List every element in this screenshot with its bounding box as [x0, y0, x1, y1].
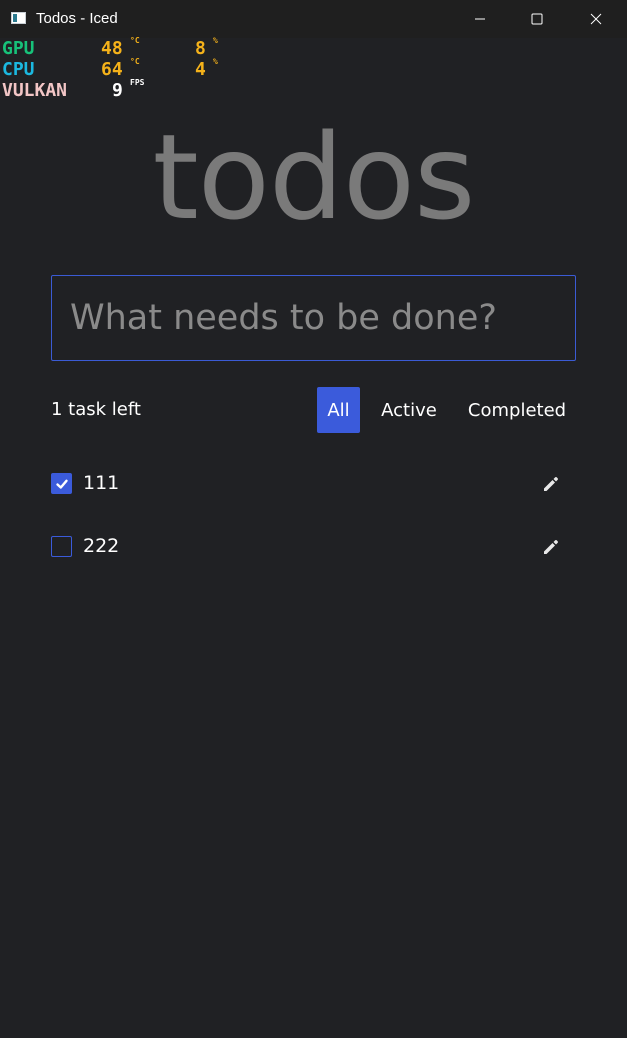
todo-label: 222 — [83, 535, 120, 557]
cpu-label: CPU — [2, 59, 35, 80]
performance-overlay: GPU 48 °C 8 % CPU 64 °C 4 % VULKAN 9 FPS — [2, 36, 262, 101]
pencil-icon — [544, 477, 558, 491]
gpu-load: 8 — [195, 38, 206, 59]
close-button[interactable] — [567, 0, 625, 38]
checkmark-icon — [55, 479, 68, 489]
gpu-temp-unit: °C — [130, 36, 140, 45]
cpu-load: 4 — [195, 59, 206, 80]
tasks-left-count: 1 task left — [51, 399, 141, 420]
maximize-icon — [531, 13, 543, 25]
pencil-icon — [544, 540, 558, 554]
graphics-api-label: VULKAN — [2, 80, 68, 101]
filter-completed-button[interactable]: Completed — [458, 387, 576, 433]
gpu-stats-row: GPU 48 °C 8 % — [2, 36, 262, 59]
filter-all-button[interactable]: All — [317, 387, 360, 433]
maximize-button[interactable] — [508, 0, 566, 38]
todo-label: 111 — [83, 472, 120, 494]
cpu-stats-row: CPU 64 °C 4 % — [2, 57, 262, 80]
title-bar: Todos - Iced — [0, 0, 627, 38]
todo-item: 111 — [51, 469, 576, 499]
app-window: Todos - Iced GPU 48 °C 8 % CPU 64 °C 4 %… — [0, 0, 627, 1038]
gpu-label: GPU — [2, 38, 35, 59]
filter-active-button[interactable]: Active — [372, 387, 446, 433]
new-todo-input[interactable] — [51, 275, 576, 361]
cpu-load-unit: % — [213, 57, 218, 66]
todo-checkbox[interactable] — [51, 473, 72, 494]
gpu-load-unit: % — [213, 36, 218, 45]
app-icon — [11, 12, 26, 24]
cpu-temp-unit: °C — [130, 57, 140, 66]
page-title: todos — [152, 108, 475, 246]
minimize-button[interactable] — [451, 0, 509, 38]
fps-unit: FPS — [130, 78, 145, 87]
close-icon — [590, 13, 602, 25]
todo-checkbox[interactable] — [51, 536, 72, 557]
todo-item: 222 — [51, 532, 576, 562]
edit-todo-button[interactable] — [541, 537, 561, 557]
fps-stats-row: VULKAN 9 FPS — [2, 78, 262, 101]
edit-todo-button[interactable] — [541, 474, 561, 494]
minimize-icon — [475, 18, 485, 20]
window-title: Todos - Iced — [36, 10, 118, 27]
gpu-temp: 48 — [101, 38, 123, 59]
cpu-temp: 64 — [101, 59, 123, 80]
fps-value: 9 — [112, 80, 123, 101]
